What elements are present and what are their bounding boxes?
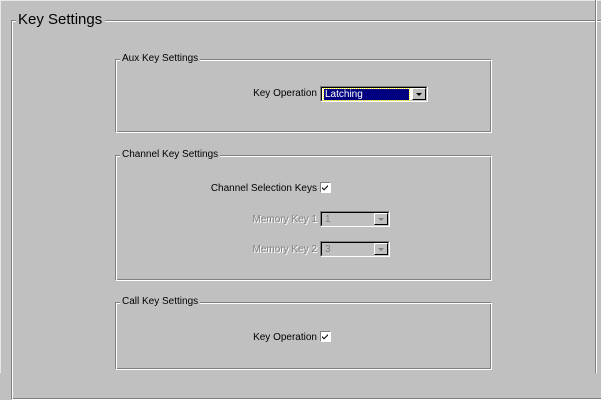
aux-key-settings-title: Aux Key Settings: [120, 53, 201, 65]
channel-key-settings-title: Channel Key Settings: [120, 149, 221, 161]
aux-key-operation-value: Latching: [323, 88, 410, 101]
aux-key-operation-label: Key Operation: [253, 88, 317, 99]
chevron-down-icon[interactable]: [412, 88, 426, 100]
memory-key-2-value: 3: [325, 244, 331, 255]
call-key-operation-label: Key Operation: [253, 332, 317, 343]
chevron-down-icon[interactable]: [374, 213, 388, 225]
call-key-operation-checkbox[interactable]: [320, 331, 331, 342]
channel-selection-keys-label: Channel Selection Keys: [210, 183, 317, 194]
memory-key-1-value: 1: [325, 214, 331, 225]
memory-key-2-label: Memory Key 2: [252, 244, 317, 255]
memory-key-2-dropdown[interactable]: 3: [320, 241, 390, 257]
key-settings-title: Key Settings: [16, 11, 106, 29]
call-key-settings-title: Call Key Settings: [120, 296, 201, 308]
memory-key-1-dropdown[interactable]: 1: [320, 211, 390, 227]
memory-key-1-label: Memory Key 1: [252, 214, 317, 225]
right-divider-highlight: [596, 0, 597, 373]
aux-key-operation-dropdown[interactable]: Latching: [320, 86, 428, 102]
chevron-down-icon[interactable]: [374, 243, 388, 255]
channel-selection-keys-checkbox[interactable]: [320, 182, 331, 193]
checkmark-icon: [322, 334, 328, 340]
checkmark-icon: [322, 185, 328, 191]
